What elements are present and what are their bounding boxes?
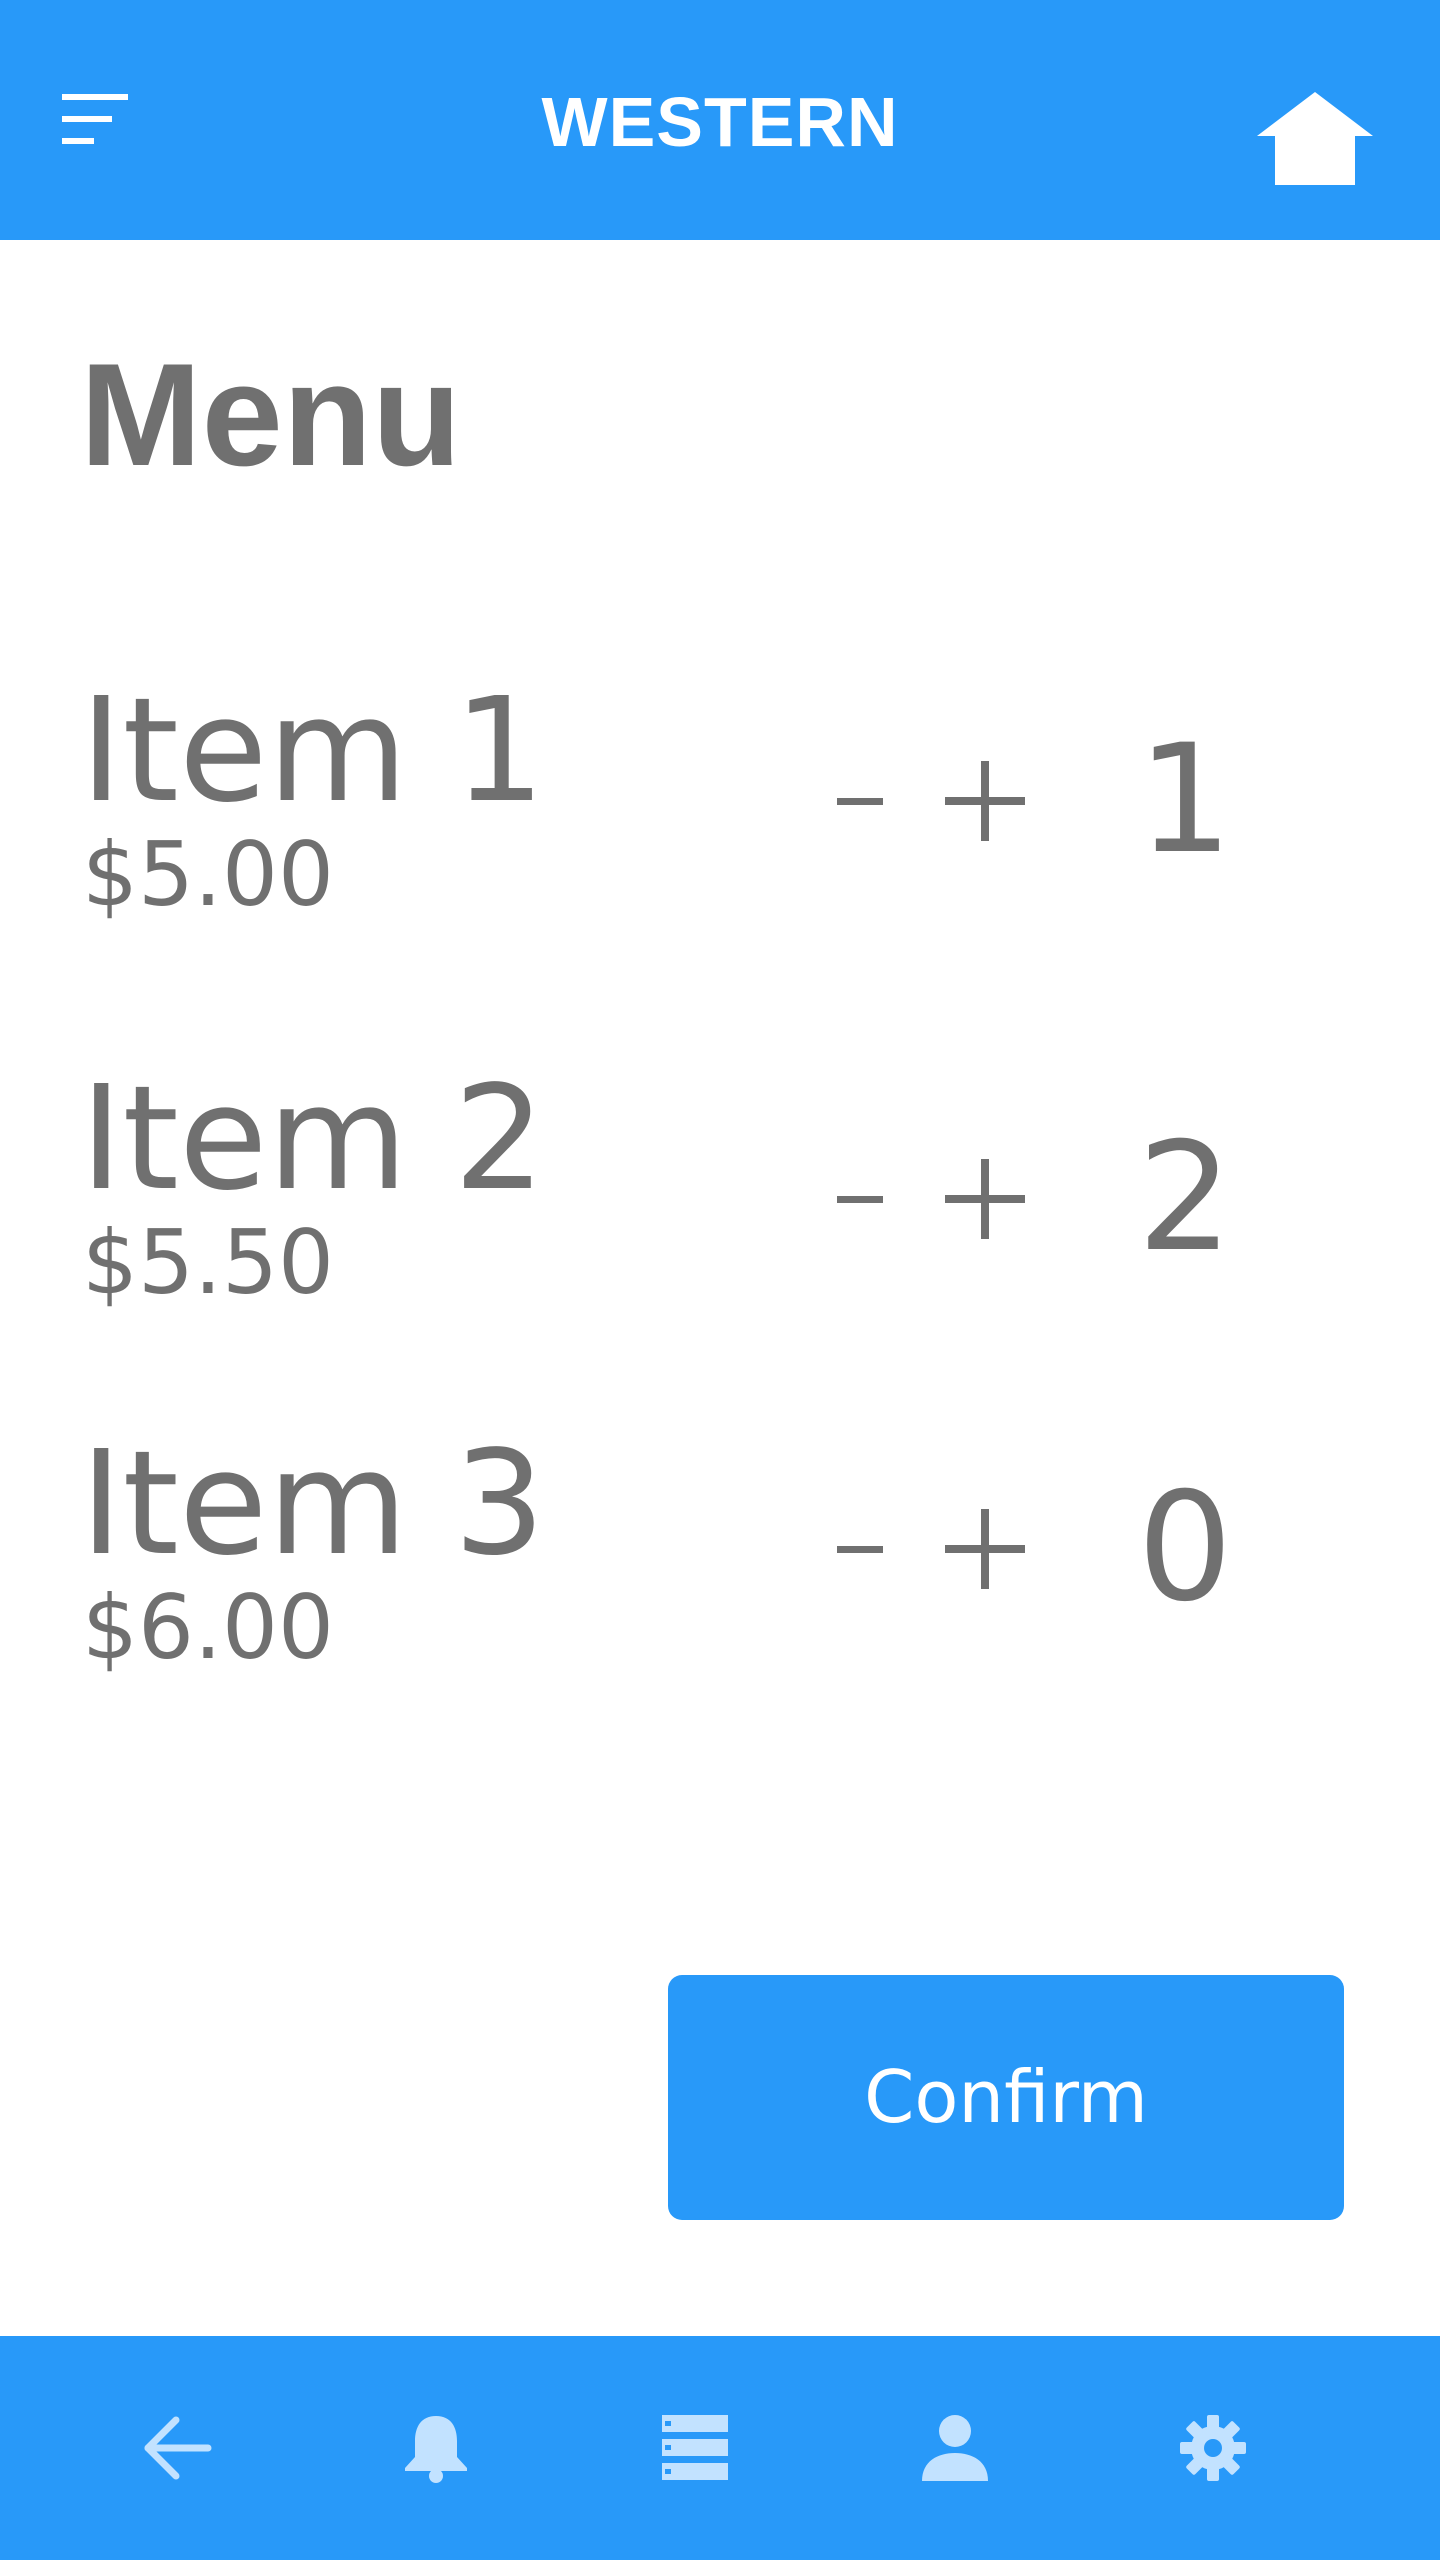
item-name: Item 2 bbox=[80, 1054, 546, 1222]
home-button[interactable] bbox=[1255, 80, 1375, 200]
home-icon bbox=[1257, 92, 1373, 185]
hamburger-menu-icon bbox=[62, 94, 128, 144]
nav-settings-button[interactable] bbox=[1143, 2378, 1283, 2518]
bottom-nav bbox=[0, 2336, 1440, 2560]
list-icon bbox=[662, 2415, 728, 2480]
menu-item-row: Item 1 $5.00 1 bbox=[0, 670, 1440, 970]
nav-list-button[interactable] bbox=[625, 2378, 765, 2518]
decrement-button[interactable] bbox=[810, 1488, 910, 1608]
quantity-value: 1 bbox=[1137, 713, 1233, 887]
menu-item-row: Item 2 $5.50 2 bbox=[0, 1058, 1440, 1358]
bell-icon bbox=[405, 2416, 467, 2483]
increment-button[interactable] bbox=[935, 1138, 1035, 1258]
nav-back-button[interactable] bbox=[107, 2378, 247, 2518]
nav-notifications-button[interactable] bbox=[366, 2378, 506, 2518]
increment-button[interactable] bbox=[935, 1488, 1035, 1608]
item-name: Item 3 bbox=[80, 1419, 546, 1587]
item-price: $5.00 bbox=[82, 823, 334, 926]
back-arrow-icon bbox=[144, 2416, 212, 2480]
minus-icon bbox=[837, 1196, 883, 1203]
decrement-button[interactable] bbox=[810, 740, 910, 860]
plus-icon bbox=[945, 1159, 1025, 1239]
quantity-value: 2 bbox=[1137, 1111, 1233, 1285]
item-name: Item 1 bbox=[80, 666, 546, 834]
increment-button[interactable] bbox=[935, 740, 1035, 860]
menu-item-row: Item 3 $6.00 0 bbox=[0, 1423, 1440, 1723]
nav-profile-button[interactable] bbox=[885, 2378, 1025, 2518]
item-price: $6.00 bbox=[82, 1576, 334, 1679]
minus-icon bbox=[837, 798, 883, 805]
gear-icon bbox=[1180, 2415, 1246, 2481]
plus-icon bbox=[945, 761, 1025, 841]
plus-icon bbox=[945, 1509, 1025, 1589]
app-header: WESTERN bbox=[0, 0, 1440, 240]
item-price: $5.50 bbox=[82, 1211, 334, 1314]
quantity-value: 0 bbox=[1137, 1461, 1233, 1635]
confirm-button[interactable]: Confirm bbox=[668, 1975, 1344, 2220]
app-title: WESTERN bbox=[541, 83, 899, 161]
user-icon bbox=[922, 2415, 988, 2481]
decrement-button[interactable] bbox=[810, 1138, 910, 1258]
page-title: Menu bbox=[80, 333, 462, 496]
minus-icon bbox=[837, 1546, 883, 1553]
menu-button[interactable] bbox=[40, 70, 150, 180]
